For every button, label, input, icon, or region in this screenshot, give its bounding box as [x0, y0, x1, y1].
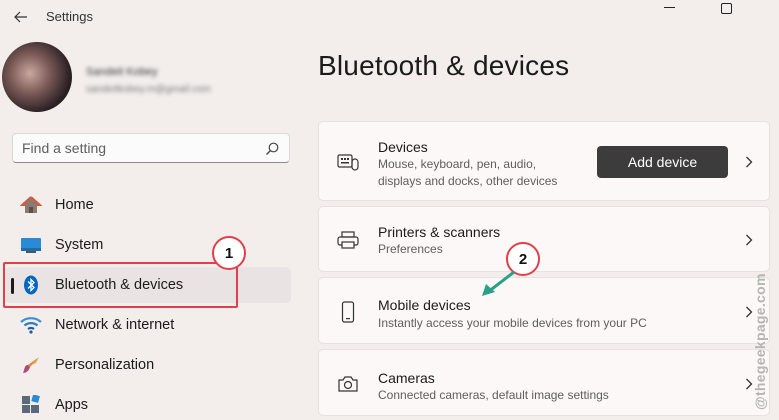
sidebar-item-personalization[interactable]: Personalization	[4, 347, 291, 383]
highlight-box	[3, 262, 238, 308]
back-button[interactable]	[10, 6, 32, 28]
card-title: Mobile devices	[378, 297, 471, 313]
printer-icon	[337, 229, 359, 251]
card-description: Preferences	[378, 242, 443, 256]
camera-icon	[337, 373, 359, 395]
card-description: Mouse, keyboard, pen, audio, displays an…	[378, 157, 558, 188]
sidebar-item-label: Apps	[55, 397, 89, 413]
sidebar-item-label: Home	[55, 197, 94, 213]
sidebar-item-apps[interactable]: Apps	[4, 387, 291, 420]
card-description: Connected cameras, default image setting…	[378, 388, 609, 402]
page-title: Bluetooth & devices	[318, 50, 570, 81]
card-devices[interactable]: Devices Mouse, keyboard, pen, audio, dis…	[318, 121, 770, 201]
chevron-right-icon[interactable]	[743, 233, 755, 247]
search-icon[interactable]	[265, 142, 279, 156]
app-title: Settings	[46, 9, 93, 24]
sidebar-item-label: Network & internet	[55, 317, 175, 333]
wifi-icon	[20, 315, 42, 335]
sidebar-item-label: System	[55, 237, 104, 253]
search-input[interactable]	[22, 140, 252, 156]
card-title: Cameras	[378, 370, 435, 386]
callout-badge: 1	[212, 236, 246, 270]
search-box[interactable]	[12, 133, 290, 163]
arrow-icon	[482, 270, 515, 296]
chevron-right-icon[interactable]	[743, 155, 755, 169]
avatar[interactable]	[2, 42, 72, 112]
minimize-button[interactable]	[651, 0, 687, 16]
home-icon	[20, 195, 42, 215]
profile-email: sandeitkobey.m@gmail.com	[86, 84, 212, 95]
add-device-button[interactable]: Add device	[597, 146, 728, 178]
minimize-icon	[663, 7, 675, 8]
sidebar-item-home[interactable]: Home	[4, 187, 291, 223]
sidebar-item-network[interactable]: Network & internet	[4, 307, 291, 343]
watermark: @thegeekpage.com	[752, 273, 768, 410]
title-bar: Settings	[0, 0, 779, 34]
back-arrow-icon	[14, 11, 27, 23]
card-mobile-devices[interactable]: Mobile devices Instantly access your mob…	[318, 277, 770, 344]
card-title: Printers & scanners	[378, 224, 501, 240]
apps-icon	[20, 395, 42, 415]
maximize-button[interactable]	[708, 0, 744, 16]
phone-icon	[337, 301, 359, 323]
card-printers[interactable]: Printers & scanners Preferences	[318, 206, 770, 272]
card-description: Instantly access your mobile devices fro…	[378, 316, 647, 330]
card-title: Devices	[378, 139, 428, 155]
sidebar-item-system[interactable]: System	[4, 227, 291, 263]
card-cameras[interactable]: Cameras Connected cameras, default image…	[318, 349, 770, 416]
brush-icon	[20, 355, 42, 375]
profile-name: Sandeit Kobey	[86, 66, 158, 78]
maximize-icon	[720, 2, 732, 14]
sidebar-item-label: Personalization	[55, 357, 155, 373]
devices-icon	[337, 151, 359, 173]
monitor-icon	[20, 235, 42, 255]
